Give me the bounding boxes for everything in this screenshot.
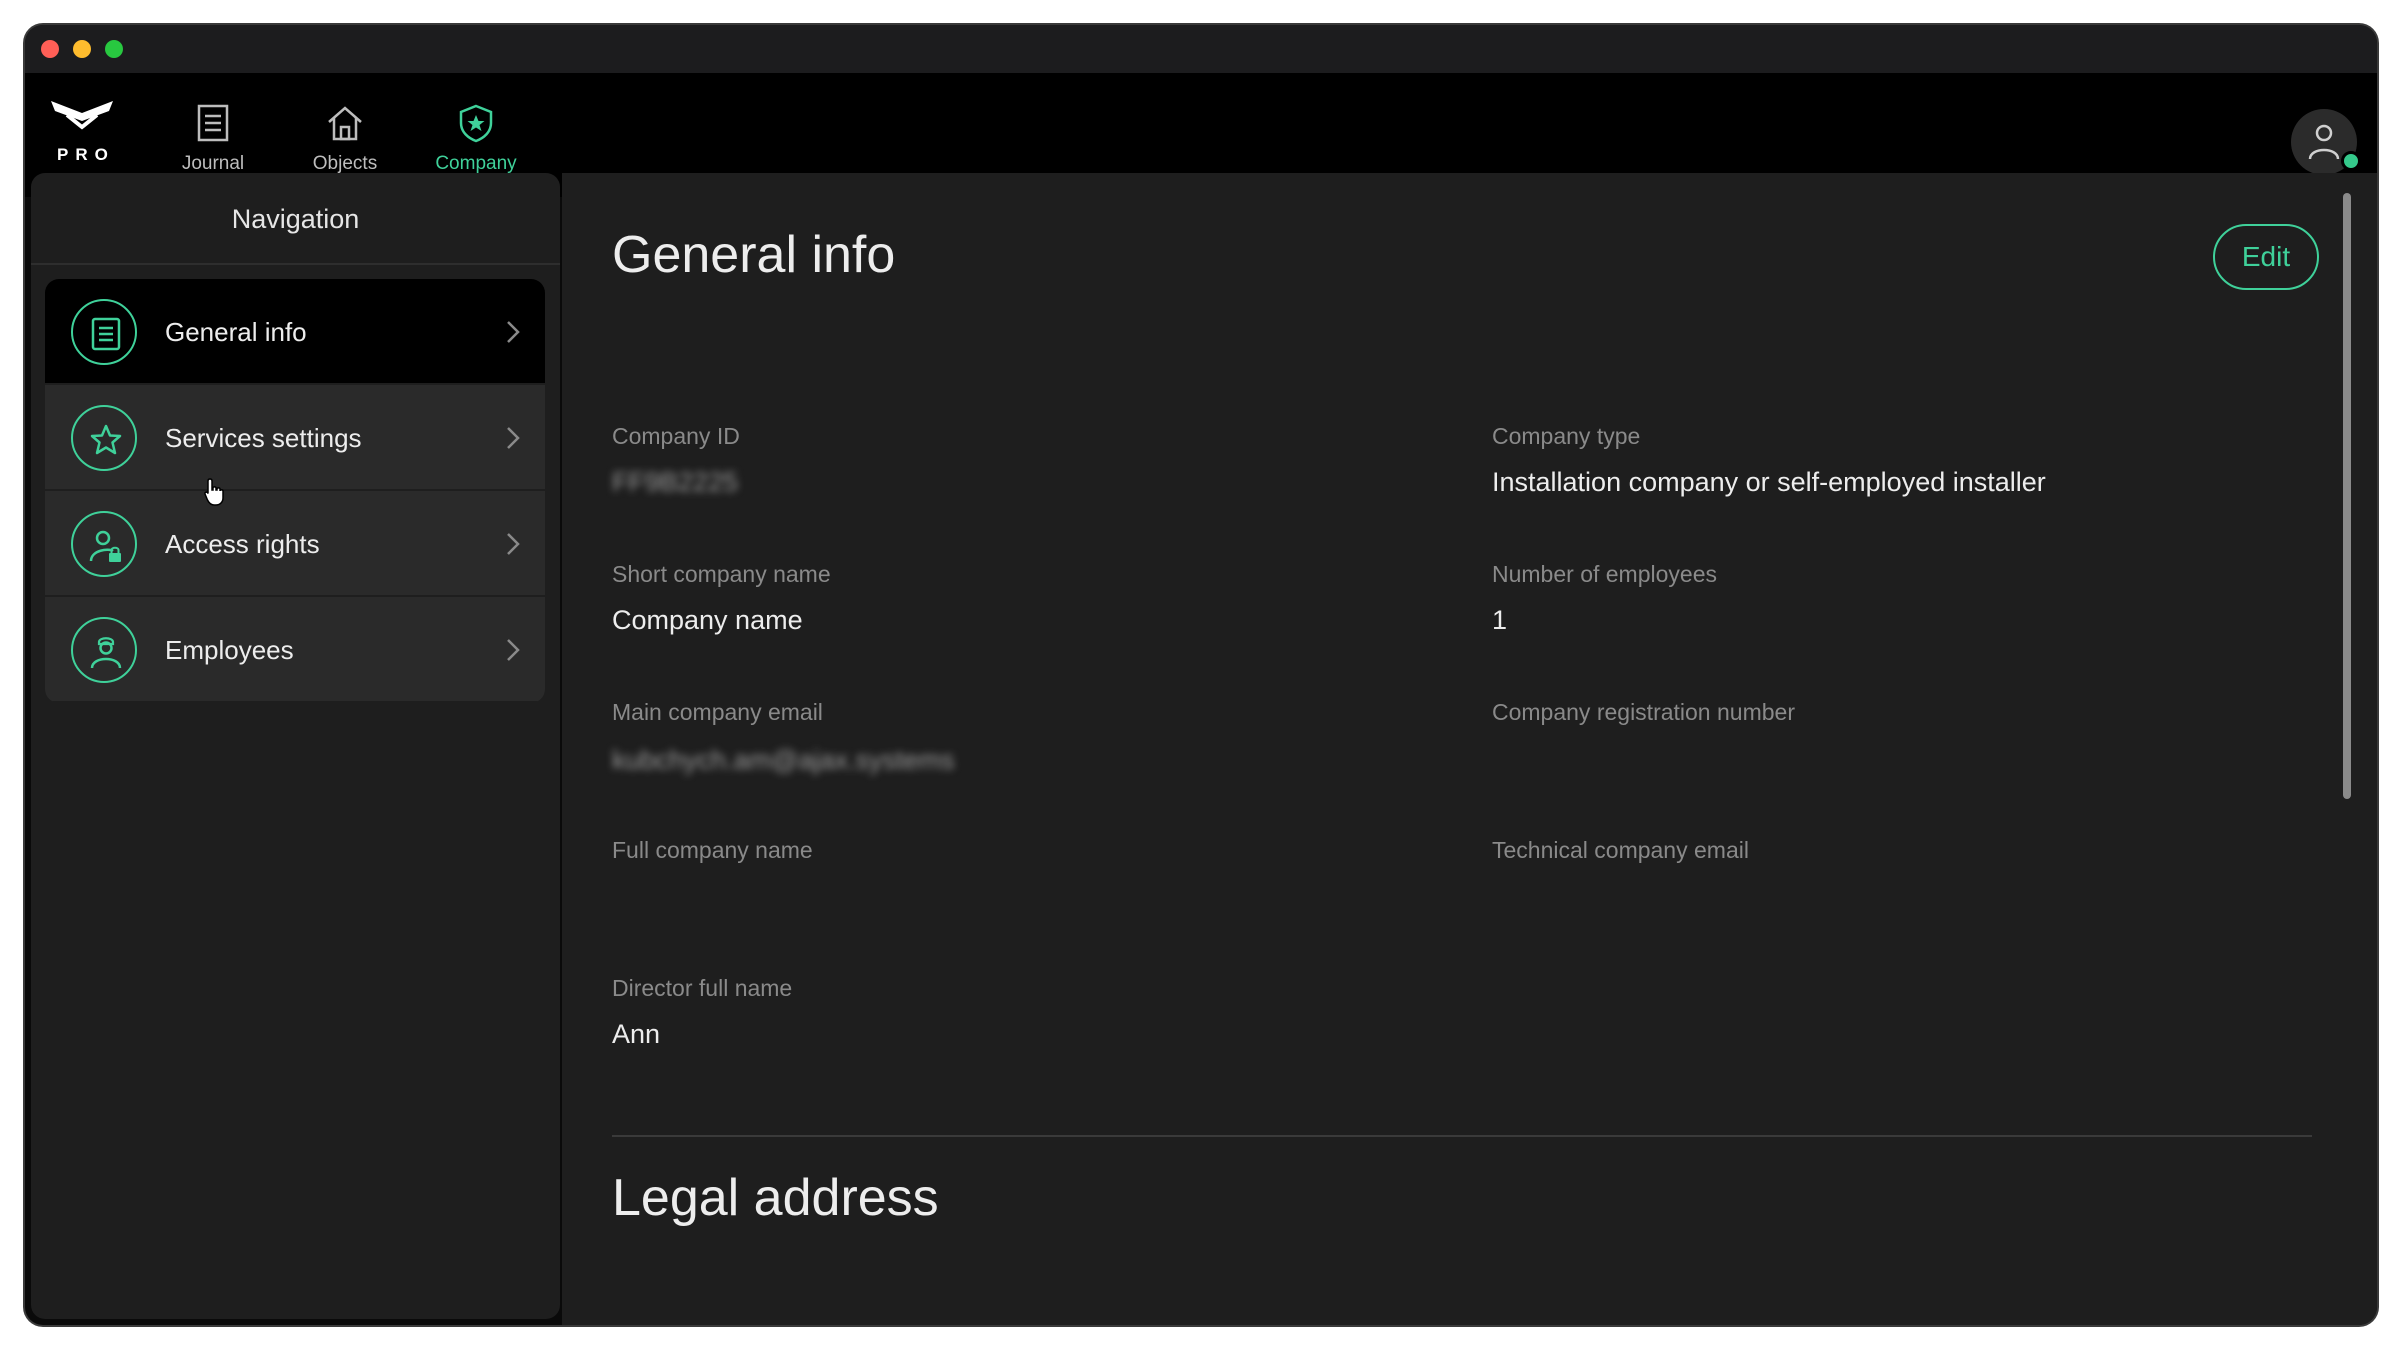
company-id-value: FF9B2225 (612, 467, 739, 497)
sidebar-item-general-info[interactable]: General info (45, 279, 545, 385)
icon-badge (71, 617, 137, 683)
page-title: General info (612, 226, 896, 284)
logo-text: PRO (57, 145, 115, 164)
sidebar-item-services-settings[interactable]: Services settings (45, 385, 545, 491)
number-of-employees-label: Number of employees (1492, 561, 1717, 587)
app-window: PRO Journal Objects Company Navigation G… (25, 25, 2377, 1325)
main-content-panel: General info Edit Company ID FF9B2225 Co… (562, 173, 2377, 1325)
tab-company-label: Company (435, 153, 517, 174)
company-type-label: Company type (1492, 423, 1641, 449)
journal-icon (197, 104, 229, 142)
director-full-name-label: Director full name (612, 975, 793, 1001)
short-company-name-value: Company name (612, 605, 803, 635)
chevron-right-icon (507, 427, 520, 449)
section-divider (612, 1135, 2312, 1137)
company-id-label: Company ID (612, 423, 740, 449)
ajax-logo-icon (51, 101, 113, 130)
sidebar-item-employees[interactable]: Employees (45, 597, 545, 703)
sidebar-menu: General info Services settings Access ri… (45, 279, 545, 703)
star-icon (90, 424, 122, 455)
edit-button[interactable]: Edit (2213, 224, 2319, 290)
icon-badge (71, 511, 137, 577)
close-window-button[interactable] (41, 40, 59, 58)
shield-star-icon (459, 104, 493, 143)
navigation-sidebar: Navigation General info Services setting… (31, 173, 560, 1319)
full-company-name-label: Full company name (612, 837, 813, 863)
technical-company-email-label: Technical company email (1492, 837, 1749, 863)
tab-journal-label: Journal (181, 153, 245, 174)
company-type-value: Installation company or self-employed in… (1492, 467, 2046, 497)
user-icon (2308, 124, 2340, 160)
chevron-right-icon (507, 533, 520, 555)
director-full-name-value: Ann (612, 1019, 661, 1049)
employee-icon (90, 637, 122, 669)
short-company-name-label: Short company name (612, 561, 831, 587)
title-bar (25, 25, 2377, 73)
sidebar-item-label: Employees (165, 635, 294, 665)
icon-badge (71, 405, 137, 471)
sidebar-item-label: Access rights (165, 529, 320, 559)
legal-address-heading: Legal address (612, 1169, 939, 1227)
user-lock-icon (89, 530, 121, 562)
company-registration-number-label: Company registration number (1492, 699, 1795, 725)
minimize-window-button[interactable] (73, 40, 91, 58)
sidebar-item-access-rights[interactable]: Access rights (45, 491, 545, 597)
hand-cursor-icon (204, 478, 224, 506)
sidebar-item-label: Services settings (165, 423, 362, 453)
online-status-indicator (2341, 151, 2361, 171)
chevron-right-icon (507, 639, 520, 661)
sidebar-item-label: General info (165, 317, 307, 347)
chevron-right-icon (507, 321, 520, 343)
user-avatar-button[interactable] (2291, 109, 2361, 175)
main-company-email-label: Main company email (612, 699, 823, 725)
app-logo[interactable]: PRO (37, 89, 127, 179)
number-of-employees-value: 1 (1492, 605, 1508, 635)
icon-badge (71, 299, 137, 365)
vertical-scrollbar[interactable] (2343, 193, 2351, 799)
zoom-window-button[interactable] (105, 40, 123, 58)
home-icon (328, 106, 362, 141)
document-list-icon (91, 317, 121, 351)
main-company-email-value: kubchych.am@ajax.systems (612, 745, 955, 775)
tab-objects-label: Objects (312, 153, 378, 174)
sidebar-title: Navigation (31, 173, 560, 265)
